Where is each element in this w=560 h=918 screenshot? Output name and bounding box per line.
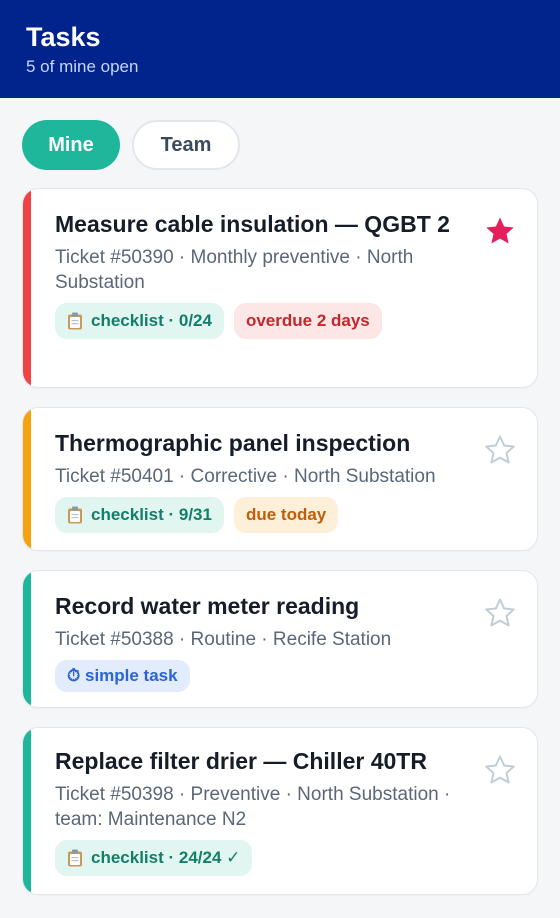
overdue-badge: overdue 2 days <box>233 303 382 339</box>
task-card[interactable]: Replace filter drier — Chiller 40TR Tick… <box>22 727 538 895</box>
status-bar <box>23 189 31 387</box>
checklist-text: checklist · 24/24 ✓ <box>91 848 241 867</box>
task-meta: Ticket #50398 · Preventive · North Subst… <box>55 784 451 830</box>
star-icon[interactable] <box>483 214 517 248</box>
status-bar <box>23 571 31 707</box>
checklist-text: checklist · 0/24 <box>91 311 212 330</box>
checklist-text: checklist · 9/31 <box>91 505 212 524</box>
task-meta: Ticket #50390 · Monthly preventive · Nor… <box>55 247 414 293</box>
task-card[interactable]: Measure cable insulation — QGBT 2 Ticket… <box>22 188 538 388</box>
task-title: Replace filter drier — Chiller 40TR <box>55 748 427 774</box>
clipboard-icon <box>67 849 83 867</box>
star-outline-icon[interactable] <box>483 433 517 467</box>
due-today-badge: due today <box>233 497 339 533</box>
star-outline-icon[interactable] <box>483 596 517 630</box>
task-title: Measure cable insulation — QGBT 2 <box>55 211 450 237</box>
star-outline-icon[interactable] <box>483 753 517 787</box>
task-meta: Ticket #50388 · Routine · Recife Station <box>55 629 392 650</box>
task-card[interactable]: Thermographic panel inspection Ticket #5… <box>22 407 538 551</box>
app-header: Tasks 5 of mine open <box>0 0 560 98</box>
page-title: Tasks <box>26 22 101 52</box>
task-chips: ⏱ simple task <box>55 660 467 692</box>
task-chips: checklist · 0/24 overdue 2 days <box>55 303 467 339</box>
task-chips: checklist · 24/24 ✓ <box>55 840 467 876</box>
simple-task-badge: ⏱ simple task <box>55 660 190 692</box>
task-chips: checklist · 9/31 due today <box>55 497 467 533</box>
task-card[interactable]: Record water meter reading Ticket #50388… <box>22 570 538 708</box>
task-title: Record water meter reading <box>55 593 360 619</box>
task-meta: Ticket #50401 · Corrective · North Subst… <box>55 466 436 487</box>
page-subtitle: 5 of mine open <box>26 57 139 76</box>
checklist-badge: checklist · 24/24 ✓ <box>55 840 253 876</box>
tab-team[interactable]: Team <box>132 120 240 170</box>
checklist-badge: checklist · 0/24 <box>55 303 224 339</box>
checklist-badge: checklist · 9/31 <box>55 497 224 533</box>
status-bar <box>23 728 31 894</box>
task-title: Thermographic panel inspection <box>55 430 411 456</box>
filter-tabs: Mine Team <box>22 120 240 170</box>
clipboard-icon <box>67 312 83 330</box>
status-bar <box>23 408 31 550</box>
tab-mine[interactable]: Mine <box>22 120 120 170</box>
clipboard-icon <box>67 506 83 524</box>
